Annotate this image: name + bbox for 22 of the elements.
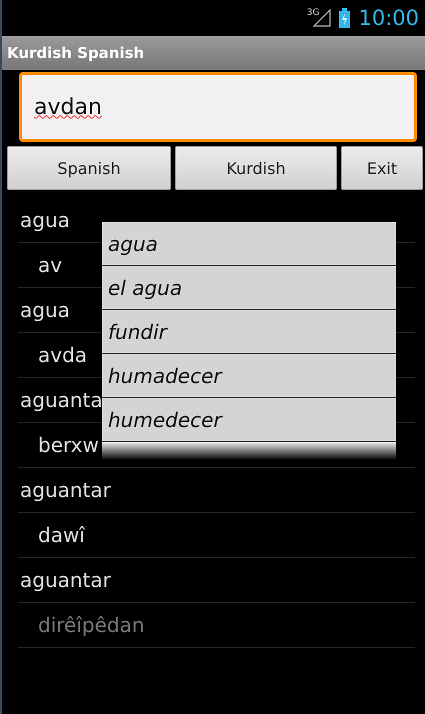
battery-icon [339,8,350,28]
suggestion-item[interactable]: agua [102,222,396,266]
search-field[interactable]: avdan [19,72,417,142]
language-button[interactable]: Spanish [7,146,171,190]
result-text[interactable]: dirêîpêdan [18,613,145,637]
suggestion-item[interactable]: humadecer [102,354,396,398]
result-text[interactable]: aguantar [18,568,111,592]
language-button[interactable]: Kurdish [175,146,337,190]
result-text[interactable]: agua [18,208,70,232]
result-text[interactable]: av [18,253,62,277]
result-text[interactable]: agua [18,298,70,322]
result-text[interactable]: avda [18,343,88,367]
network-label: 3G [306,8,320,18]
suggestion-item[interactable]: el agua [102,266,396,310]
result-text[interactable]: aguanta [18,388,103,412]
result-text[interactable]: berxw [18,433,99,457]
clock: 10:00 [358,6,419,30]
language-button[interactable]: Exit [341,146,423,190]
suggestion-item[interactable]: fundir [102,310,396,354]
window-title: Kurdish Spanish [7,44,144,62]
result-text[interactable]: dawî [18,523,85,547]
result-text[interactable]: aguantar [18,478,111,502]
